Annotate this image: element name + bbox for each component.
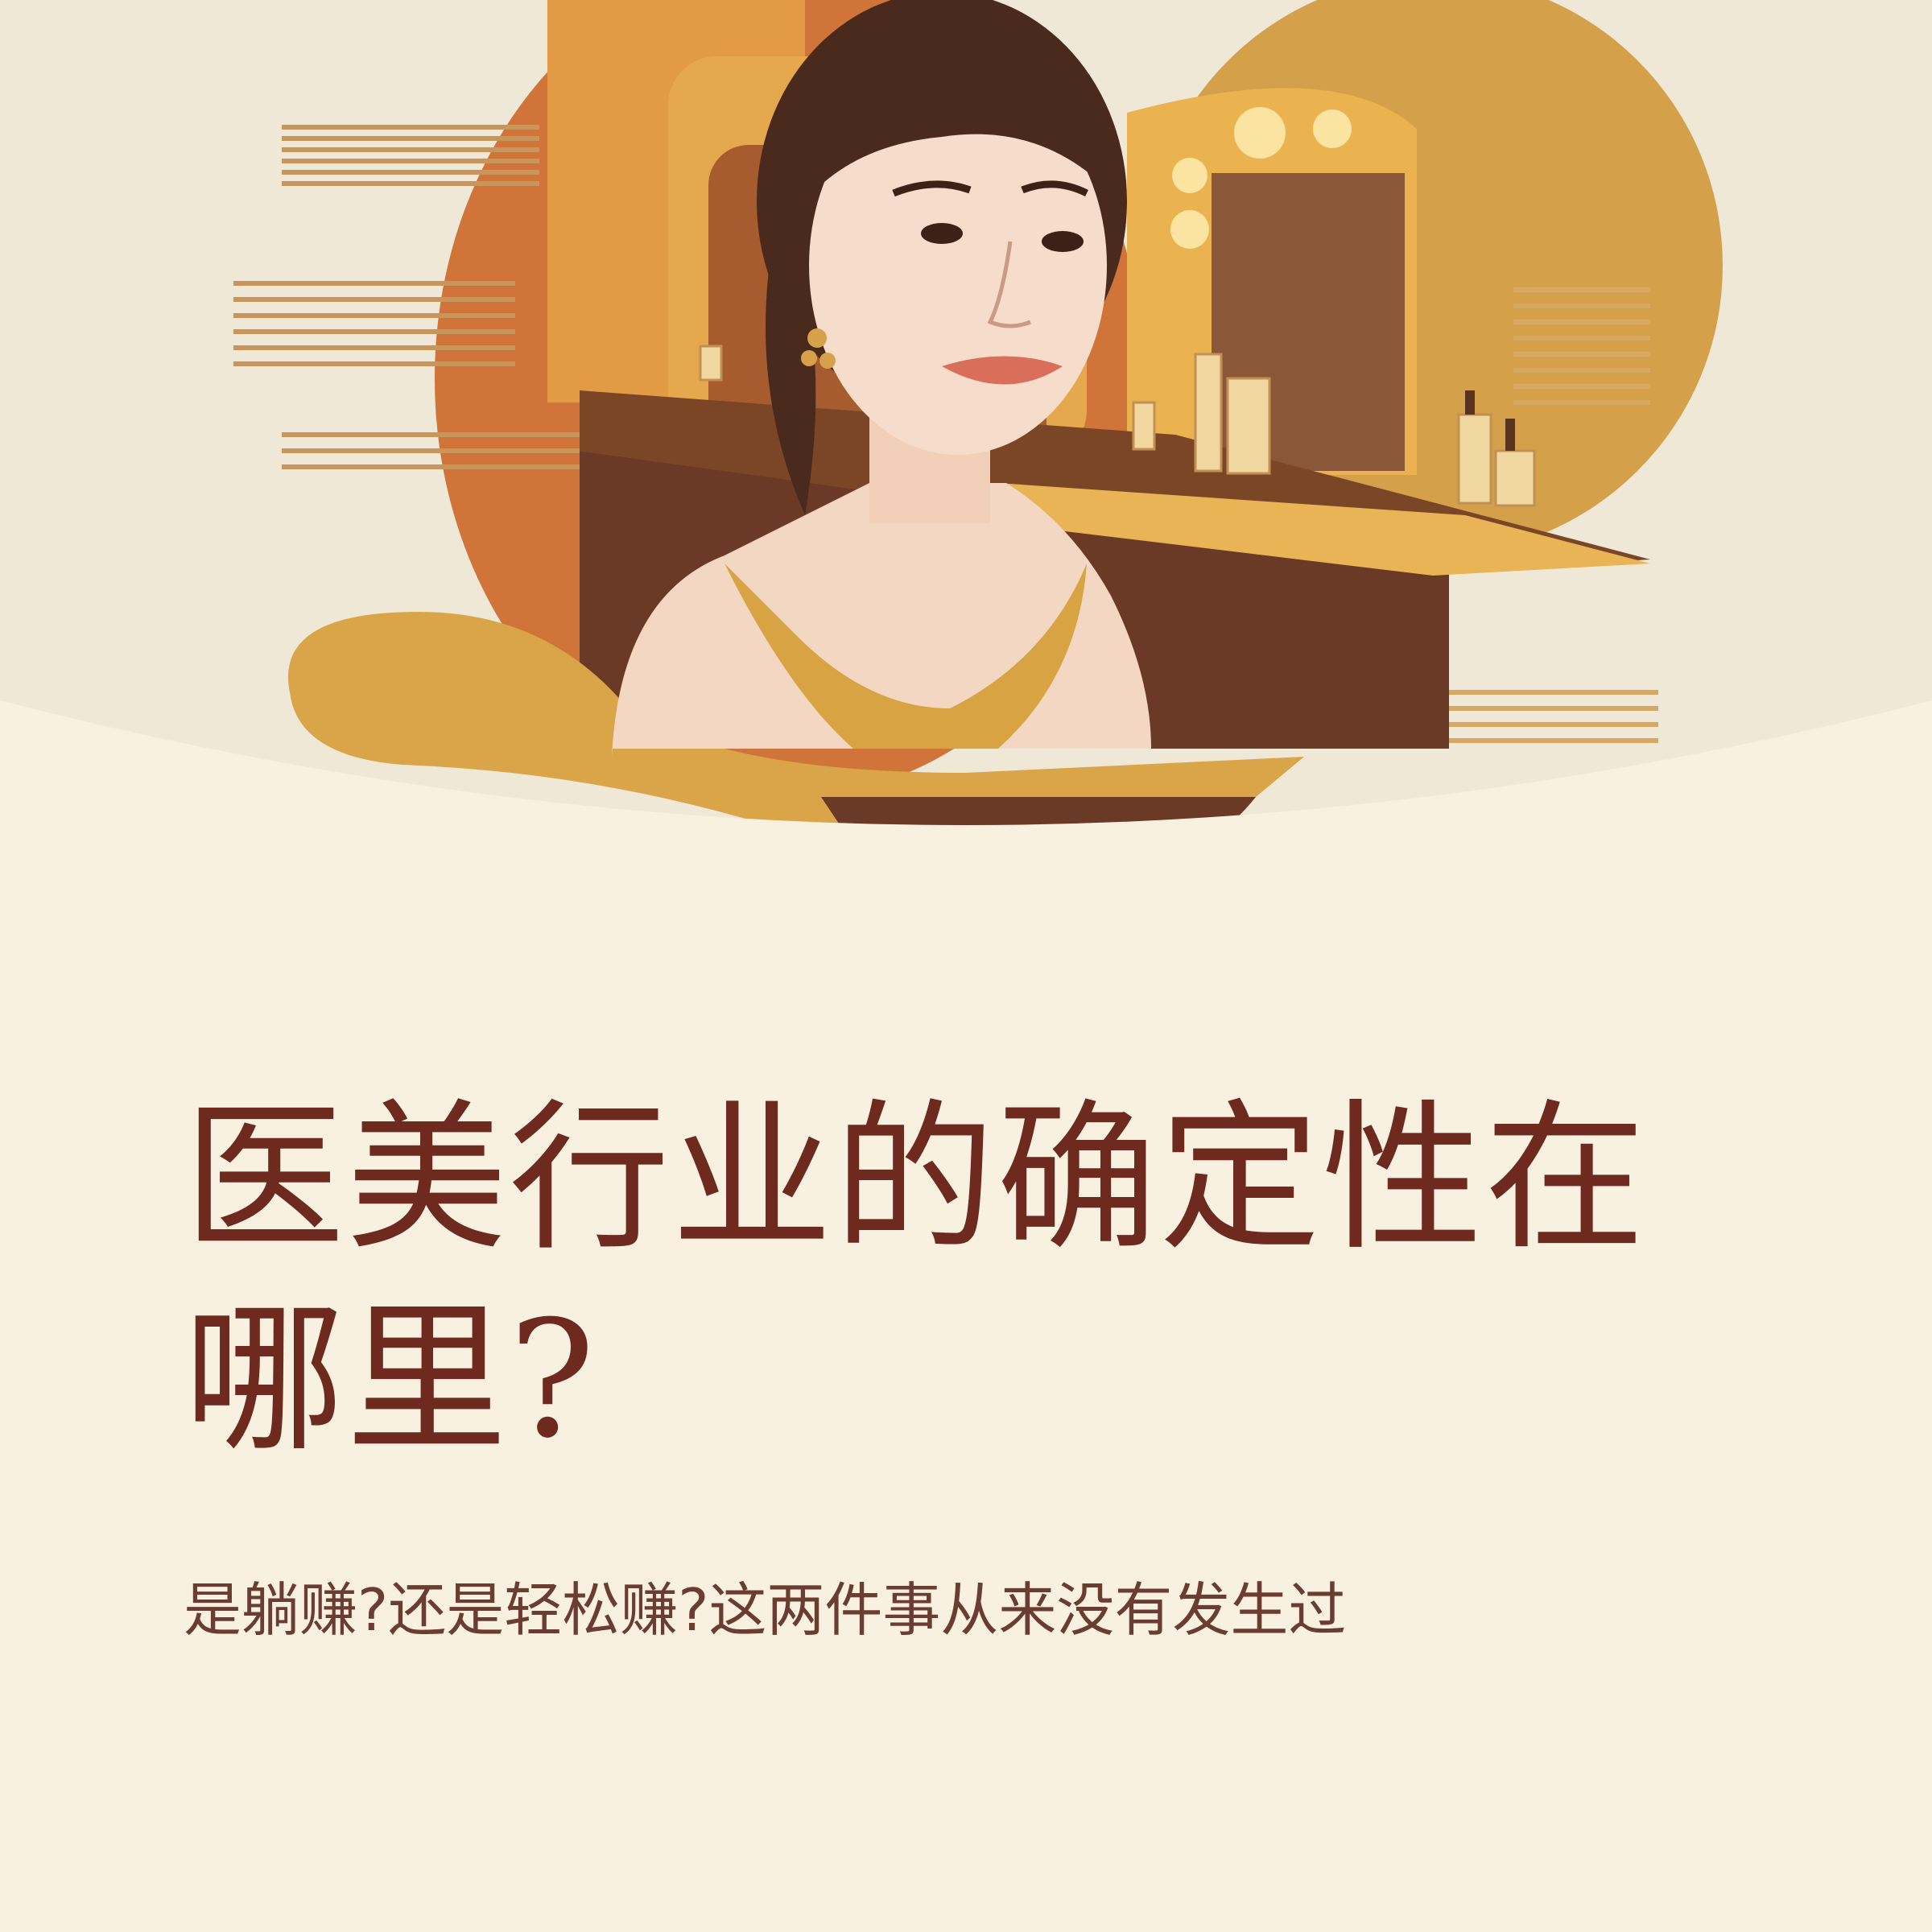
page-subtitle: 是躺赚?还是轻松赚?这两件事从来没有发生过: [184, 1576, 1347, 1644]
hero-illustration: [0, 0, 1932, 853]
right-eye: [1042, 231, 1084, 252]
page-title: 医美行业的确定性在哪里?: [184, 1085, 1648, 1474]
left-eye: [921, 223, 963, 244]
poster: 医美行业的确定性在哪里? 是躺赚?还是轻松赚?这两件事从来没有发生过: [0, 0, 1932, 1932]
